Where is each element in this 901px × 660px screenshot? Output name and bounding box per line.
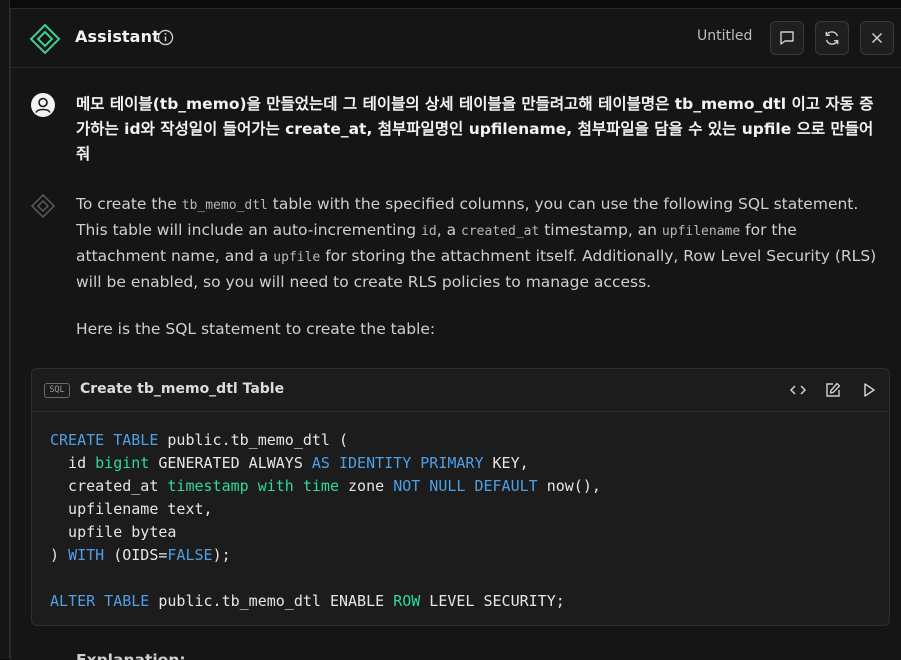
inline-code-upfile: upfile: [273, 250, 321, 265]
code-keyword: NOT NULL DEFAULT: [393, 477, 538, 495]
code-block-title: Create tb_memo_dtl Table: [80, 381, 285, 397]
text-segment: timestamp, an: [539, 221, 662, 239]
code-text: GENERATED ALWAYS: [149, 454, 312, 472]
code-text: public.tb_memo_dtl (: [158, 431, 349, 449]
inline-code-table: tb_memo_dtl: [181, 198, 268, 213]
inline-code-id: id: [421, 224, 437, 239]
sql-code: CREATE TABLE public.tb_memo_dtl ( id big…: [50, 429, 601, 613]
user-avatar-icon: [31, 93, 55, 117]
code-text: (OIDS=: [104, 546, 168, 564]
text-segment: To create the: [76, 195, 182, 213]
code-text: zone: [339, 477, 394, 495]
close-panel-button[interactable]: [860, 21, 894, 55]
info-icon[interactable]: [157, 29, 174, 46]
assistant-message-intro: Here is the SQL statement to create the …: [76, 320, 436, 338]
code-keyword: CREATE TABLE: [50, 431, 159, 449]
chat-history-button[interactable]: [770, 21, 804, 55]
panel-title: Assistant: [75, 27, 160, 46]
code-text: );: [212, 546, 231, 564]
chat-bubble-icon: [780, 31, 794, 45]
code-text: now(),: [537, 477, 601, 495]
assistant-avatar-icon: [30, 193, 56, 219]
code-type: timestamp with time: [167, 477, 339, 495]
assistant-header: Assistant Untitled: [11, 9, 901, 68]
edit-icon[interactable]: [824, 381, 842, 399]
code-keyword: FALSE: [167, 546, 213, 564]
text-segment: , a: [436, 221, 461, 239]
code-text: created_at: [50, 477, 168, 495]
code-text: KEY,: [483, 454, 529, 472]
inline-code-upfilename: upfilename: [661, 224, 741, 239]
code-view-icon[interactable]: [789, 381, 807, 399]
user-message: 메모 테이블(tb_memo)을 만들었는데 그 테이블의 상세 테이블을 만들…: [76, 95, 874, 163]
code-keyword: ALTER TABLE: [50, 592, 150, 610]
left-sidebar-edge: [0, 0, 10, 659]
sql-file-icon: SQL: [44, 383, 70, 398]
reset-chat-button[interactable]: [815, 21, 849, 55]
code-text: id: [50, 454, 96, 472]
code-text: ): [50, 546, 69, 564]
code-type: bigint: [95, 454, 150, 472]
document-name[interactable]: Untitled: [697, 28, 752, 44]
code-type: ROW: [393, 592, 421, 610]
inline-code-created-at: created_at: [461, 224, 540, 239]
refresh-icon: [825, 31, 839, 45]
code-text: upfilename text,: [50, 500, 213, 518]
assistant-panel: Assistant Untitled 메모 테이블(tb_memo)을 만들었는…: [10, 8, 901, 660]
code-text: upfile bytea: [50, 523, 177, 541]
code-keyword: AS IDENTITY PRIMARY: [311, 454, 484, 472]
assistant-logo-icon: [29, 23, 61, 55]
code-keyword: WITH: [68, 546, 105, 564]
close-icon: [871, 32, 883, 44]
code-block-header: SQL Create tb_memo_dtl Table: [32, 369, 889, 412]
code-text: LEVEL SECURITY;: [420, 592, 565, 610]
assistant-message: To create the tb_memo_dtl table with the…: [76, 192, 891, 295]
sql-code-block: SQL Create tb_memo_dtl Table CREATE TABL…: [31, 368, 890, 626]
run-query-icon[interactable]: [860, 381, 878, 399]
code-text: public.tb_memo_dtl ENABLE: [149, 592, 394, 610]
